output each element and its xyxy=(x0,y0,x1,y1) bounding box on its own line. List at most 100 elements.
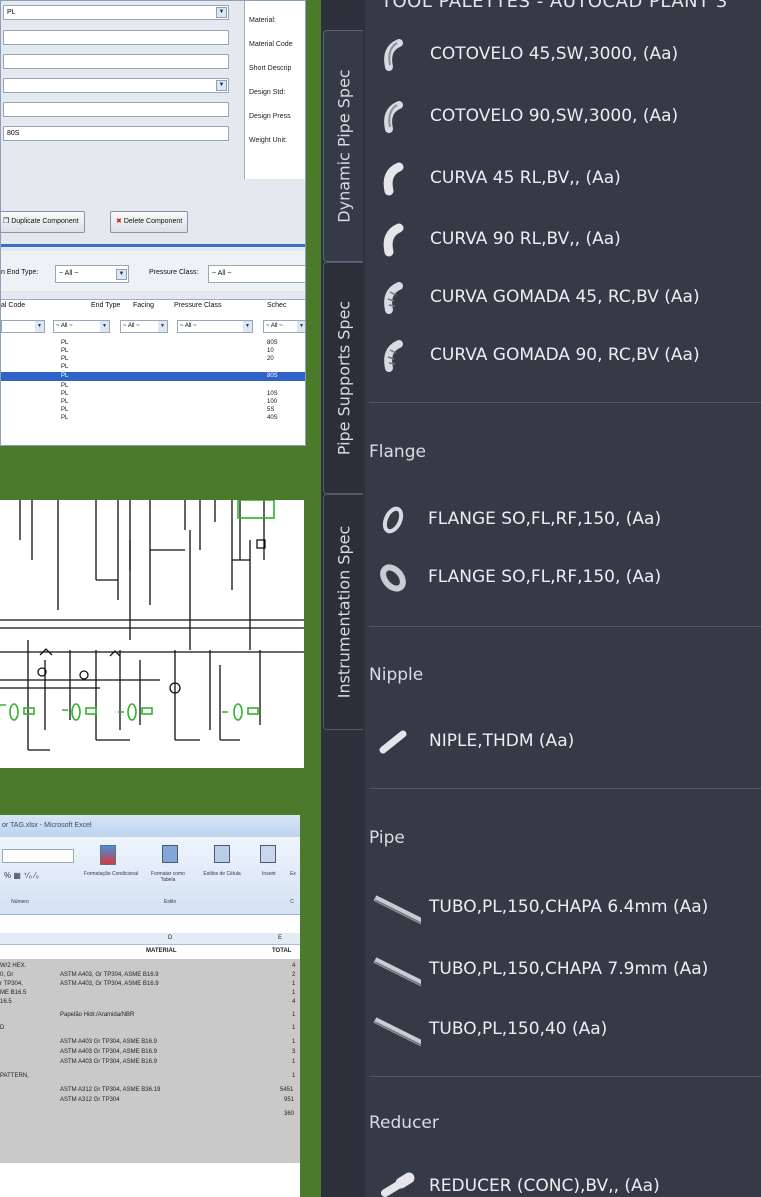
delete-component-button[interactable]: ✖ Delete Component xyxy=(110,211,189,233)
tab-pipe-supports-spec[interactable]: Pipe Supports Spec xyxy=(323,262,363,494)
palette-tool-item[interactable]: NIPLE,THDM (Aa) xyxy=(371,722,761,762)
dropdown-arrow-icon[interactable]: ▼ xyxy=(216,80,227,91)
table-format-icon[interactable] xyxy=(162,845,178,863)
column-filter[interactable]: ▼ xyxy=(1,320,45,333)
select-value: ~ All ~ xyxy=(212,270,232,277)
field-material-code[interactable] xyxy=(3,54,229,69)
dropdown-arrow-icon[interactable]: ▼ xyxy=(116,269,127,280)
palette-tool-item[interactable]: CURVA 45 RL,BV,, (Aa) xyxy=(371,159,761,199)
cell-material: ASTM A403 Gr TP304, ASME B16.9 xyxy=(60,1059,157,1065)
cell-total: 4 xyxy=(292,999,296,1005)
conditional-format-icon[interactable] xyxy=(100,845,116,865)
cell-styles-button[interactable]: Estilos de Célula xyxy=(200,871,244,877)
palette-tool-item[interactable]: TUBO,PL,150,CHAPA 7.9mm (Aa) xyxy=(371,950,761,990)
column-header[interactable]: al Code xyxy=(1,302,25,309)
column-filter[interactable]: ~ All ~ ▼ xyxy=(53,320,110,333)
filter-value: ~ All ~ xyxy=(123,323,140,329)
tab-dynamic-pipe-spec[interactable]: Dynamic Pipe Spec xyxy=(323,30,363,262)
field-design-std[interactable] xyxy=(3,102,229,117)
column-d-header[interactable]: D xyxy=(168,935,172,941)
insert-button[interactable]: Inserir xyxy=(256,871,282,877)
cell-total: 1 xyxy=(292,1059,296,1065)
cell-schedule: 20 xyxy=(267,356,274,362)
cell-a: ME B16.5 xyxy=(0,990,27,996)
column-e-header[interactable]: E xyxy=(278,935,282,941)
dropdown-arrow-icon[interactable]: ▼ xyxy=(216,7,227,18)
delete-icon: ✖ xyxy=(116,218,122,225)
table-row[interactable]: PL 40S xyxy=(1,414,305,422)
cell-styles-icon[interactable] xyxy=(214,845,230,863)
insert-icon[interactable] xyxy=(260,845,276,863)
number-format-select[interactable] xyxy=(2,849,74,863)
cell-total: 1 xyxy=(292,990,296,996)
cell-end-type: PL xyxy=(61,340,69,346)
table-row[interactable]: PL xyxy=(1,382,305,390)
column-filter[interactable]: ~ All ~ ▼ xyxy=(120,320,168,333)
column-header[interactable]: End Type xyxy=(91,302,120,309)
excel-ribbon: % ▦ ⁺⁄₀ ⁄₀ Formatação Condicional Format… xyxy=(0,837,300,915)
filter-bar: n End Type: ~ All ~ ▼ Pressure Class: ~ A… xyxy=(1,251,305,291)
cell-end-type: PL xyxy=(61,391,69,397)
palette-tool-item[interactable]: CURVA GOMADA 90, RC,BV (Aa) xyxy=(371,336,761,376)
filter-pressure-select[interactable]: ~ All ~ xyxy=(208,265,305,283)
palette-tool-item[interactable]: COTOVELO 90,SW,3000, (Aa) xyxy=(371,97,761,137)
prop-short-description: Short Descrip xyxy=(249,65,292,72)
palette-tool-item[interactable]: FLANGE SO,FL,RF,150, (Aa) xyxy=(371,558,761,598)
table-row[interactable]: PL 5S xyxy=(1,406,305,414)
table-row[interactable]: PL 100 xyxy=(1,398,305,406)
cell-end-type: PL xyxy=(61,348,69,354)
column-header[interactable]: Schec xyxy=(267,302,286,309)
prop-design-std: Design Std: xyxy=(249,89,286,96)
table-row-selected[interactable]: PL 80S xyxy=(1,372,305,381)
prop-design-pressure: Design Press xyxy=(249,113,291,120)
tab-instrumentation-spec[interactable]: Instrumentation Spec xyxy=(323,494,363,730)
column-header[interactable]: Pressure Class xyxy=(174,302,221,309)
palette-tool-item[interactable]: FLANGE SO,FL,RF,150, (Aa) xyxy=(371,500,761,540)
elbow-icon xyxy=(383,223,404,257)
format-as-table-button[interactable]: Formatar como Tabela xyxy=(146,871,190,883)
conditional-format-button[interactable]: Formatação Condicional xyxy=(82,871,140,877)
palette-tool-item[interactable]: CURVA 90 RL,BV,, (Aa) xyxy=(371,220,761,260)
section-divider xyxy=(369,788,761,789)
delete-button[interactable]: Ex xyxy=(287,871,299,877)
palette-tool-item[interactable]: TUBO,PL,150,CHAPA 6.4mm (Aa) xyxy=(371,888,761,928)
cell-a: W/2 HEX. xyxy=(0,963,27,969)
elbow-icon xyxy=(383,162,404,196)
column-header[interactable]: Facing xyxy=(133,302,154,309)
tool-label: CURVA GOMADA 90, RC,BV (Aa) xyxy=(430,345,700,365)
dropdown-arrow-icon[interactable]: ▼ xyxy=(35,321,44,332)
dropdown-arrow-icon[interactable]: ▼ xyxy=(100,321,109,332)
table-row[interactable]: PL 10S xyxy=(1,390,305,398)
dropdown-arrow-icon[interactable]: ▼ xyxy=(158,321,167,332)
number-format-icons[interactable]: % ▦ ⁺⁄₀ ⁄₀ xyxy=(4,872,39,880)
section-divider xyxy=(369,626,761,627)
field-short-description[interactable]: ▼ xyxy=(3,78,229,93)
palette-tool-item[interactable]: CURVA GOMADA 45, RC,BV (Aa) xyxy=(371,278,761,318)
component-grid: al Code End Type Facing Pressure Class S… xyxy=(1,299,305,445)
cell-total: 1 xyxy=(292,981,296,987)
cell-a: D xyxy=(0,1025,5,1031)
field-end-type[interactable]: PL ▼ xyxy=(3,5,229,20)
prop-material-code: Material Code xyxy=(249,41,293,48)
cell-total: 1 xyxy=(292,1012,296,1018)
table-row[interactable]: PL xyxy=(1,363,305,371)
cell-total: 360 xyxy=(284,1111,295,1117)
column-filter[interactable]: ~ All ~ ▼ xyxy=(263,320,305,333)
table-row[interactable]: PL 20 xyxy=(1,355,305,363)
tab-label: Dynamic Pipe Spec xyxy=(334,69,353,223)
palette-tool-item[interactable]: TUBO,PL,150,40 (Aa) xyxy=(371,1010,761,1050)
nipple-icon xyxy=(379,730,407,754)
table-row[interactable]: PL 80S xyxy=(1,339,305,347)
dropdown-arrow-icon[interactable]: ▼ xyxy=(243,321,252,332)
palette-tool-item[interactable]: REDUCER (CONC),BV,, (Aa) xyxy=(371,1167,761,1197)
column-filter[interactable]: ~ All ~ ▼ xyxy=(177,320,253,333)
excel-sheet[interactable]: D E MATERIAL TOTAL W/2 HEX. 4 0, Gr ASTM A… xyxy=(0,915,300,1197)
field-value: 80S xyxy=(7,130,20,137)
filter-end-type-select[interactable]: ~ All ~ ▼ xyxy=(55,265,129,283)
palette-tool-item[interactable]: COTOVELO 45,SW,3000, (Aa) xyxy=(371,35,761,75)
table-row[interactable]: PL 10 xyxy=(1,347,305,355)
field-material[interactable] xyxy=(3,30,229,45)
field-schedule[interactable]: 80S xyxy=(3,126,229,141)
dropdown-arrow-icon[interactable]: ▼ xyxy=(297,321,305,332)
duplicate-component-button[interactable]: ❐ Duplicate Component xyxy=(1,211,85,233)
